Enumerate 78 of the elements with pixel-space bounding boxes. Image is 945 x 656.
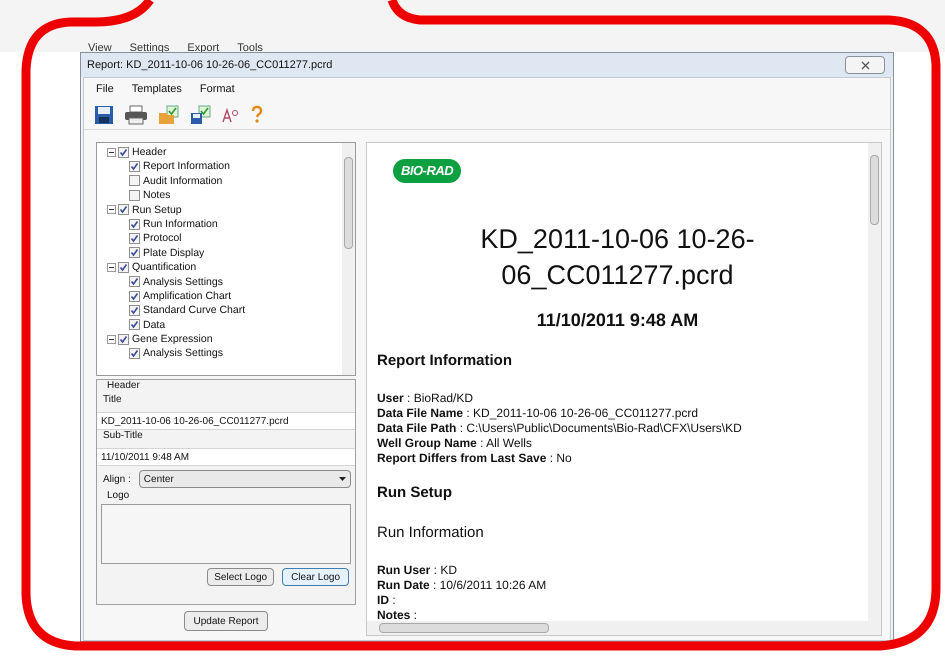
close-icon xyxy=(860,60,870,70)
tree-item[interactable]: Plate Display xyxy=(143,246,204,260)
checkbox[interactable] xyxy=(129,348,140,360)
background-menu-item[interactable]: View xyxy=(88,40,112,52)
tree-item[interactable]: Gene Expression xyxy=(132,332,213,346)
tree-item[interactable]: Analysis Settings xyxy=(143,274,223,289)
tree-item[interactable]: Header xyxy=(132,145,166,160)
report-field: Report Differs from Last Save : No xyxy=(377,450,858,466)
checkbox[interactable] xyxy=(129,319,140,330)
tree-item[interactable]: Analysis Settings xyxy=(143,346,223,361)
checkbox[interactable] xyxy=(118,204,129,216)
report-title: KD_2011-10-06 10-26-06_CC011277.pcrd xyxy=(479,223,756,292)
field-label: Align : xyxy=(103,472,131,486)
section-subheading: Run Information xyxy=(377,523,485,543)
checkbox[interactable] xyxy=(129,233,140,244)
report-field: Data File Name : KD_2011-10-06 10-26-06_CC011277.pcrd xyxy=(377,406,858,420)
background-menu-item[interactable]: Settings xyxy=(130,40,170,52)
report-field: ID : xyxy=(377,592,858,608)
section-heading: Run Setup xyxy=(377,482,453,502)
field-label: Logo xyxy=(106,490,130,502)
tree-item[interactable]: Report Information xyxy=(143,159,230,174)
dropdown-arrow-icon xyxy=(339,477,346,481)
update-report-button[interactable]: Update Report xyxy=(184,611,268,631)
tree-item[interactable]: Run Information xyxy=(143,216,218,232)
clear-logo-button[interactable]: Clear Logo xyxy=(282,568,349,586)
save-template-icon[interactable] xyxy=(190,104,212,124)
report-date: 11/10/2011 9:48 AM xyxy=(536,309,700,332)
collapse-icon[interactable] xyxy=(107,262,116,272)
print-icon[interactable] xyxy=(124,104,148,124)
checkbox[interactable] xyxy=(129,276,140,288)
company-logo: BIO-RAD xyxy=(393,159,462,182)
open-template-icon[interactable] xyxy=(158,104,180,124)
scrollbar[interactable] xyxy=(342,143,355,375)
report-field: Notes : xyxy=(377,608,858,621)
checkbox[interactable] xyxy=(129,304,140,316)
subtitle-field[interactable]: 11/10/2011 9:48 AM xyxy=(97,448,355,466)
scrollbar[interactable] xyxy=(868,143,881,621)
tree-item[interactable]: Standard Curve Chart xyxy=(143,303,246,318)
tree-item[interactable]: Quantification xyxy=(132,260,196,275)
checkbox[interactable] xyxy=(129,247,140,258)
tree-item[interactable]: Notes xyxy=(143,188,170,203)
checkbox[interactable] xyxy=(118,262,129,273)
close-button[interactable] xyxy=(845,56,885,74)
title-field[interactable]: KD_2011-10-06 10-26-06_CC011277.pcrd xyxy=(97,412,355,430)
checkbox[interactable] xyxy=(118,334,129,345)
checkbox[interactable] xyxy=(129,218,140,230)
tree-item[interactable]: Run Setup xyxy=(132,202,182,217)
report-field: Run User : KD xyxy=(377,562,858,578)
window-title: Report: KD_2011-10-06 10-26-06_CC011277.pcrd xyxy=(87,58,334,73)
report-field: User : BioRad/KD xyxy=(377,390,858,406)
tree-item[interactable]: Data xyxy=(143,318,166,332)
report-field: Well Group Name : All Wells xyxy=(377,436,858,450)
tree-item[interactable]: Amplification Chart xyxy=(143,288,232,304)
menu-item[interactable]: Format xyxy=(200,80,235,98)
report-field: Data File Path : C:\Users\Public\Documents\Bio-Rad\CFX\Users\KD xyxy=(377,420,858,436)
menu-item[interactable]: File xyxy=(96,80,114,98)
checkbox[interactable] xyxy=(129,175,140,186)
field-label: Sub-Title xyxy=(102,430,144,442)
checkbox[interactable] xyxy=(118,146,129,158)
select-logo-button[interactable]: Select Logo xyxy=(207,568,274,586)
horizontal-scrollbar[interactable] xyxy=(367,621,881,635)
checkbox[interactable] xyxy=(129,290,140,302)
collapse-icon[interactable] xyxy=(107,148,116,157)
align-dropdown[interactable]: Center xyxy=(138,470,351,488)
menu-item[interactable]: Templates xyxy=(132,80,182,98)
checkbox[interactable] xyxy=(129,161,140,172)
background-menu-item[interactable]: Export xyxy=(187,40,220,52)
collapse-icon[interactable] xyxy=(107,334,116,344)
report-field: Run Date : 10/6/2011 10:26 AM xyxy=(377,578,858,592)
section-heading: Report Information xyxy=(377,351,513,371)
group-label: Header xyxy=(106,380,141,392)
checkbox[interactable] xyxy=(129,190,140,201)
field-label: Title xyxy=(102,394,123,406)
collapse-icon[interactable] xyxy=(107,205,116,214)
save-icon[interactable] xyxy=(94,104,114,124)
tree-item[interactable]: Protocol xyxy=(143,231,182,246)
background-menu-item[interactable]: Tools xyxy=(237,40,263,52)
tree-item[interactable]: Audit Information xyxy=(143,174,222,188)
